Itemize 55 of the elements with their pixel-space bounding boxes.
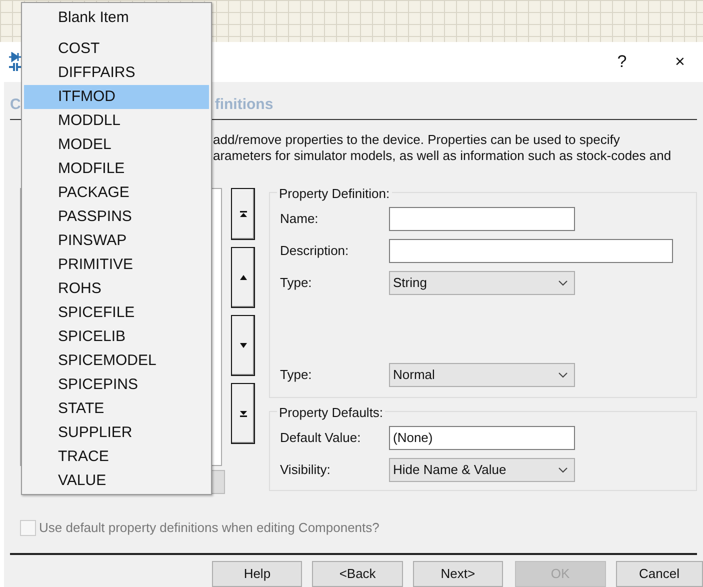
field-label: Type: bbox=[279, 274, 313, 292]
move-down-button[interactable] bbox=[231, 315, 255, 376]
field-label: Default Value: bbox=[279, 429, 362, 448]
dropdown-item[interactable]: COST bbox=[24, 37, 209, 61]
dropdown-item[interactable]: SUPPLIER bbox=[24, 421, 209, 445]
chevron-down-icon bbox=[558, 280, 568, 286]
dropdown-item[interactable]: SPICEPINS bbox=[24, 373, 209, 397]
dropdown-item[interactable]: MODFILE bbox=[24, 157, 209, 181]
page-heading: finitions bbox=[214, 96, 274, 113]
dropdown-item[interactable]: SPICEMODEL bbox=[24, 349, 209, 373]
dropdown-item[interactable]: ROHS bbox=[24, 277, 209, 301]
move-bottom-button[interactable] bbox=[231, 383, 255, 444]
text-field[interactable] bbox=[389, 239, 673, 263]
text-field[interactable] bbox=[389, 207, 575, 231]
chevron-down-icon bbox=[558, 467, 568, 473]
move-top-button[interactable] bbox=[231, 188, 255, 240]
field-label: Type: bbox=[279, 366, 313, 384]
dropdown-item[interactable]: VALUE bbox=[24, 469, 209, 493]
dropdown-field[interactable]: Normal bbox=[389, 363, 575, 387]
dropdown-item[interactable]: STATE bbox=[24, 397, 209, 421]
page-heading: C bbox=[10, 96, 21, 113]
dropdown-item[interactable]: PACKAGE bbox=[24, 181, 209, 205]
dropdown-item[interactable]: SPICELIB bbox=[24, 325, 209, 349]
dropdown-item[interactable]: Blank Item bbox=[24, 6, 209, 30]
close-button[interactable]: × bbox=[657, 47, 703, 77]
dropdown-field[interactable]: String bbox=[389, 271, 575, 295]
dialog-button[interactable]: <Back bbox=[312, 560, 403, 586]
field-label: Visibility: bbox=[279, 461, 332, 480]
description-text: arameters for simulator models, as well as information such as stock-codes and bbox=[213, 148, 672, 164]
top-arrow-icon bbox=[238, 210, 248, 218]
dropdown-item[interactable]: MODEL bbox=[24, 133, 209, 157]
dropdown-item[interactable]: SPICEFILE bbox=[24, 301, 209, 325]
dropdown-item[interactable]: PINSWAP bbox=[24, 229, 209, 253]
dropdown-item[interactable]: PASSPINS bbox=[24, 205, 209, 229]
field-label: Description: bbox=[279, 242, 350, 260]
dropdown-item[interactable]: ITFMOD bbox=[24, 85, 209, 109]
dialog-button[interactable]: Cancel bbox=[616, 560, 703, 586]
bottom-arrow-icon bbox=[238, 409, 248, 418]
dropdown-item[interactable]: DIFFPAIRS bbox=[24, 61, 209, 85]
dialog-button[interactable]: Next> bbox=[412, 560, 504, 586]
up-arrow-icon bbox=[238, 273, 248, 282]
chevron-down-icon bbox=[558, 372, 568, 378]
move-up-button[interactable] bbox=[231, 247, 255, 308]
text-field[interactable]: (None) bbox=[389, 426, 575, 450]
dropdown-field[interactable]: Hide Name & Value bbox=[389, 458, 575, 482]
checkbox-label: Use default property definitions when editing Components? bbox=[39, 519, 380, 537]
diode-capacitor-icon bbox=[8, 52, 24, 72]
dropdown-item[interactable]: MODDLL bbox=[24, 109, 209, 133]
dialog-button[interactable]: Help bbox=[212, 560, 302, 586]
dropdown-item[interactable]: TRACE bbox=[24, 445, 209, 469]
field-label: Name: bbox=[279, 210, 320, 228]
description-text: add/remove properties to the device. Properties can be used to specify bbox=[213, 132, 621, 148]
down-arrow-icon bbox=[238, 341, 248, 350]
dropdown-item[interactable]: PRIMITIVE bbox=[24, 253, 209, 277]
help-button[interactable]: ? bbox=[599, 47, 645, 77]
